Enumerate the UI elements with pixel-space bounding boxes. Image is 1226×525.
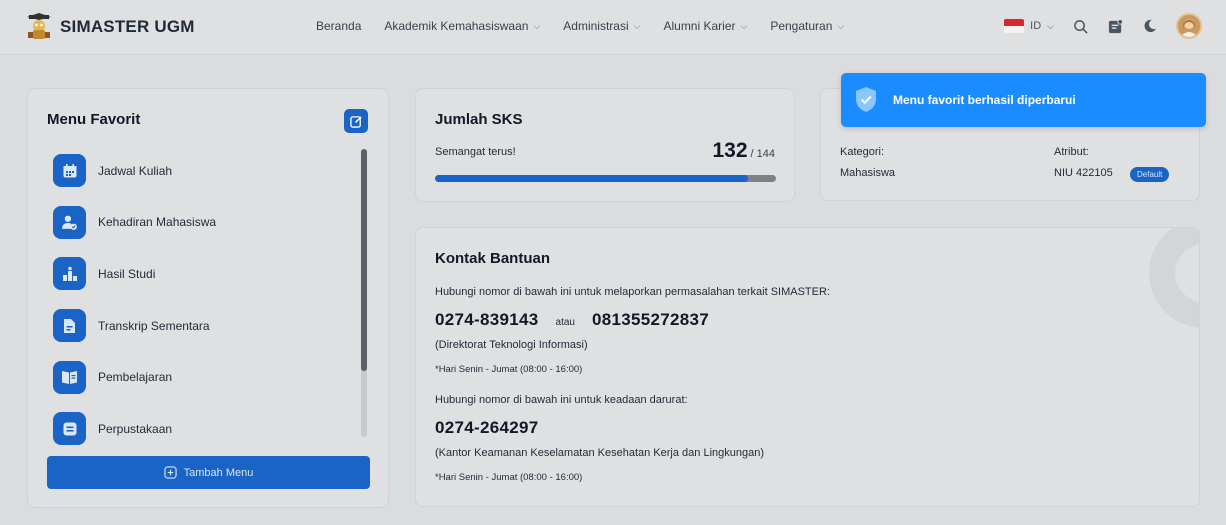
decorative-shape-icon (1149, 228, 1199, 328)
favorite-label: Jadwal Kuliah (98, 163, 173, 178)
indonesia-flag-icon (1004, 19, 1025, 33)
hours-note: *Hari Senin - Jumat (08:00 - 16:00) (435, 364, 583, 375)
favorite-item-hasil-studi[interactable]: Hasil Studi (53, 248, 353, 300)
app-title: SIMASTER UGM (60, 17, 195, 36)
default-badge: Default (1130, 167, 1170, 182)
brand[interactable]: SIMASTER UGM (26, 13, 195, 41)
card-title: Kontak Bantuan (435, 250, 551, 267)
toast-notification[interactable]: Menu favorit berhasil diperbarui (841, 73, 1206, 127)
contact-card: Kontak Bantuan Hubungi nomor di bawah in… (415, 227, 1200, 507)
notes-icon[interactable] (1106, 17, 1124, 35)
bar-chart-icon (53, 257, 86, 291)
library-icon (53, 412, 86, 446)
org-label: (Direktorat Teknologi Informasi) (435, 339, 588, 351)
plus-circle-icon (164, 466, 177, 479)
favorite-label: Hasil Studi (98, 266, 156, 281)
user-avatar[interactable] (1176, 13, 1202, 39)
book-icon (53, 360, 86, 394)
language-selector[interactable]: ID ⌵ (1004, 19, 1054, 33)
toast-message: Menu favorit berhasil diperbarui (893, 93, 1076, 107)
phone-number: 081355272837 (591, 310, 710, 329)
favorite-item-perpustakaan[interactable]: Perpustakaan (53, 403, 353, 455)
toolbar: ID ⌵ (1004, 13, 1202, 39)
kategori-label: Kategori: (840, 146, 885, 158)
favorite-item-jadwal[interactable]: Jadwal Kuliah (53, 145, 353, 197)
nav-item-administrasi[interactable]: Administrasi ⌵ (563, 19, 640, 33)
nav-item-pengaturan[interactable]: Pengaturan ⌵ (770, 19, 844, 33)
emergency-phone-row: 0274-264297 (435, 418, 539, 438)
add-menu-label: Tambah Menu (183, 466, 254, 479)
chevron-down-icon: ⌵ (1047, 20, 1054, 31)
nav-item-akademik[interactable]: Akademik Kemahasiswaan ⌵ (384, 19, 540, 33)
phone-number: 0274-264297 (435, 418, 539, 437)
favorite-list: Jadwal Kuliah Kehadiran Mahasiswa Hasil … (53, 145, 353, 455)
emergency-intro: Hubungi nomor di bawah ini untuk keadaan… (435, 394, 688, 406)
favorite-item-kehadiran[interactable]: Kehadiran Mahasiswa (53, 197, 353, 249)
favorite-menu-card: Menu Favorit Jadwal Kuliah Kehadiran Mah… (27, 88, 389, 508)
nav-label: Administrasi (563, 19, 629, 33)
search-icon[interactable] (1071, 17, 1089, 35)
phone-number: 0274-839143 (435, 310, 539, 329)
phone-row: 0274-839143 atau 081355272837 (435, 310, 709, 330)
nav-label: Beranda (316, 19, 362, 33)
chevron-down-icon: ⌵ (533, 20, 541, 31)
favorite-item-transkrip[interactable]: Transkrip Sementara (53, 300, 353, 352)
atribut-label: Atribut: (1054, 146, 1089, 158)
nav-label: Pengaturan (770, 19, 833, 33)
sks-count: 132 / 144 (712, 139, 775, 163)
sks-total: / 144 (750, 148, 775, 160)
nav-label: Alumni Karier (663, 19, 736, 33)
chevron-down-icon: ⌵ (633, 20, 641, 31)
card-title: Menu Favorit (47, 111, 141, 128)
language-code: ID (1030, 20, 1042, 32)
sks-progress-bar (435, 175, 776, 182)
favorite-item-pembelajaran[interactable]: Pembelajaran (53, 351, 353, 403)
card-title: Jumlah SKS (435, 111, 523, 128)
kategori-value: Mahasiswa (840, 167, 896, 179)
user-check-icon (53, 205, 86, 239)
favorite-label: Kehadiran Mahasiswa (98, 215, 217, 230)
ugm-logo (26, 13, 52, 41)
favorite-label: Pembelajaran (98, 370, 173, 385)
org-label: (Kantor Keamanan Keselamatan Kesehatan K… (435, 447, 765, 459)
main-nav: Beranda Akademik Kemahasiswaan ⌵ Adminis… (316, 19, 867, 33)
nav-item-alumni[interactable]: Alumni Karier ⌵ (663, 19, 747, 33)
moon-icon[interactable] (1141, 17, 1159, 35)
shield-check-icon (856, 87, 876, 112)
contact-intro: Hubungi nomor di bawah ini untuk melapor… (435, 286, 830, 298)
chevron-down-icon: ⌵ (740, 20, 748, 31)
sks-subtitle: Semangat terus! (435, 146, 516, 158)
favorite-scrollbar[interactable] (361, 149, 367, 437)
top-navbar: SIMASTER UGM Beranda Akademik Kemahasisw… (0, 0, 1226, 55)
scrollbar-thumb[interactable] (361, 149, 367, 371)
sks-card: Jumlah SKS Semangat terus! 132 / 144 (415, 88, 795, 202)
favorite-label: Transkrip Sementara (98, 318, 210, 333)
sks-progress-fill (435, 175, 748, 182)
add-menu-button[interactable]: Tambah Menu (47, 456, 370, 489)
edit-favorites-button[interactable] (344, 109, 368, 133)
hours-note: *Hari Senin - Jumat (08:00 - 16:00) (435, 472, 583, 483)
favorite-label: Perpustakaan (98, 421, 173, 436)
or-label: atau (555, 317, 575, 328)
sks-current: 132 (712, 139, 748, 162)
document-icon (53, 309, 86, 343)
nav-label: Akademik Kemahasiswaan (384, 19, 529, 33)
atribut-value: NIU 422105 (1054, 167, 1113, 179)
calendar-icon (53, 154, 86, 188)
chevron-down-icon: ⌵ (837, 20, 845, 31)
nav-item-beranda[interactable]: Beranda (316, 19, 361, 33)
